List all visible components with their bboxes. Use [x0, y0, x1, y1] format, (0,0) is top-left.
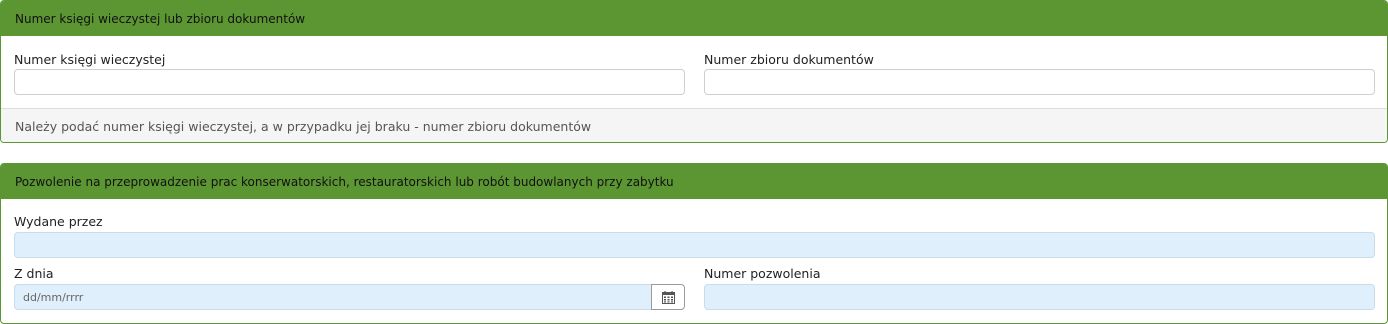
panel-header-land-register: Numer księgi wieczystej lub zbioru dokum… — [1, 1, 1387, 36]
permit-number-label: Numer pozwolenia — [704, 266, 821, 281]
date-label: Z dnia — [14, 266, 54, 281]
docs-number-input[interactable] — [704, 69, 1375, 95]
issued-by-label: Wydane przez — [14, 214, 103, 229]
date-field[interactable]: dd/mm/rrrr — [14, 284, 651, 310]
panel-header-permit: Pozwolenie na przeprowadzenie prac konse… — [1, 164, 1387, 199]
kw-number-label: Numer księgi wieczystej — [14, 52, 166, 67]
docs-number-label: Numer zbioru dokumentów — [704, 52, 874, 67]
help-text: Należy podać numer księgi wieczystej, a … — [1, 108, 1387, 142]
issued-by-input[interactable] — [14, 232, 1375, 258]
date-input-group: dd/mm/rrrr — [14, 284, 685, 310]
land-register-panel: Numer księgi wieczystej lub zbioru dokum… — [0, 0, 1388, 143]
permit-number-input[interactable] — [704, 284, 1375, 310]
date-picker-button[interactable] — [651, 284, 685, 310]
permit-panel: Pozwolenie na przeprowadzenie prac konse… — [0, 163, 1388, 324]
calendar-icon — [661, 290, 675, 304]
kw-number-input[interactable] — [14, 69, 685, 95]
